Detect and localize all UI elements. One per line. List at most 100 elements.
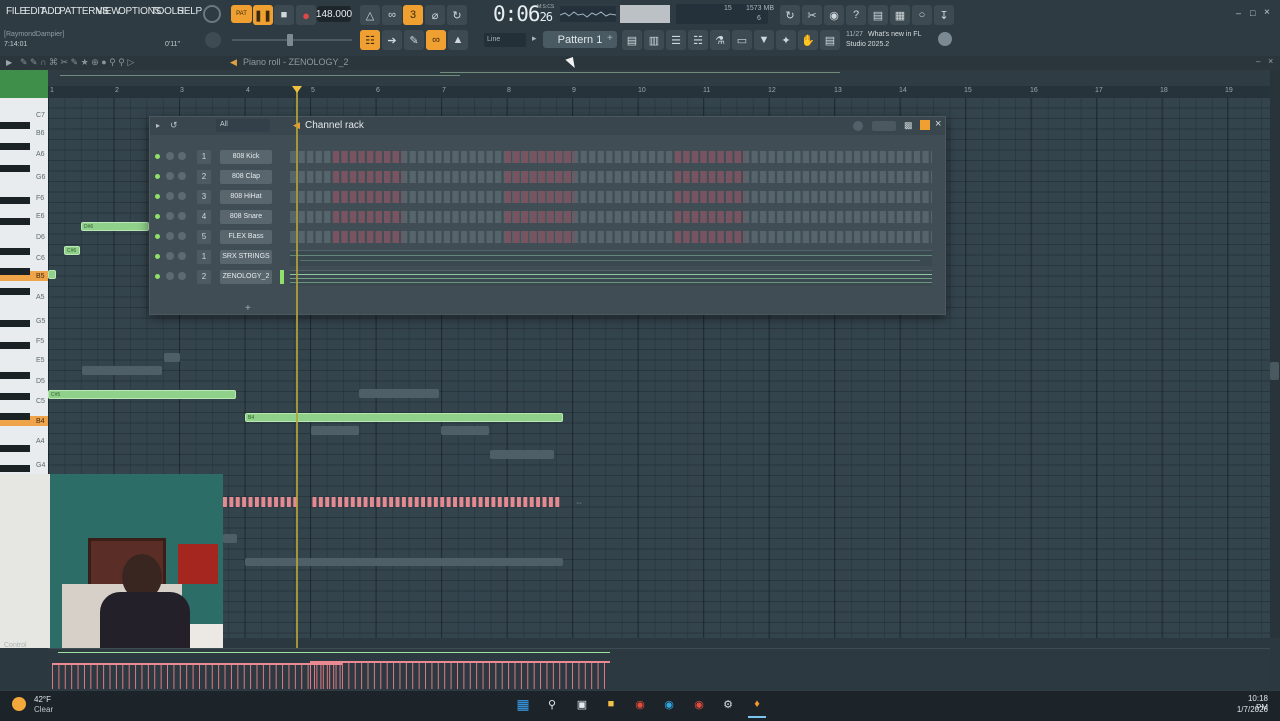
slider-handle[interactable] — [287, 34, 293, 46]
velocity-lane[interactable] — [48, 648, 1270, 691]
weather-temp[interactable]: 42°F — [34, 695, 51, 704]
black-key[interactable] — [0, 372, 30, 379]
channel-name-button[interactable]: FLEX Bass — [220, 230, 272, 244]
pan-knob[interactable] — [166, 232, 174, 240]
pattern-selector[interactable]: Pattern 1 — [543, 31, 617, 48]
search-icon[interactable]: ⚲ — [544, 696, 560, 712]
drum-notes-row[interactable] — [223, 497, 561, 507]
black-key[interactable] — [0, 268, 30, 275]
record-button[interactable]: ● — [296, 5, 316, 25]
pan-knob[interactable] — [166, 172, 174, 180]
mixer-button[interactable]: ☵ — [688, 30, 708, 50]
channel-row[interactable]: 2 808 Clap — [150, 168, 945, 186]
channel-name-button[interactable]: 808 Clap — [220, 170, 272, 184]
playhead-marker-icon[interactable] — [292, 86, 302, 93]
mic-button[interactable]: ◉ — [824, 5, 844, 25]
velocity-bars-b[interactable] — [310, 663, 610, 689]
rack-options-button[interactable] — [872, 121, 896, 131]
chat-button[interactable]: ○ — [912, 5, 932, 25]
plugin-picker-button[interactable]: ▦ — [890, 5, 910, 25]
event-lane-label[interactable]: Control — [4, 642, 27, 649]
mixer-track-number[interactable]: 2 — [197, 170, 211, 184]
channel-name-button[interactable]: 808 Snare — [220, 210, 272, 224]
black-key[interactable] — [0, 143, 30, 150]
pan-knob[interactable] — [166, 212, 174, 220]
step-edit-button[interactable]: ⌀ — [425, 5, 445, 25]
shop-button[interactable]: ▤ — [820, 30, 840, 50]
countdown-button[interactable]: 3 — [403, 5, 423, 25]
rack-knob-icon[interactable] — [853, 121, 863, 131]
piano-roll-preview[interactable] — [290, 250, 932, 266]
scrollbar-thumb[interactable] — [1270, 362, 1279, 380]
chrome-icon[interactable]: ◉ — [632, 696, 648, 712]
piano-roll-preview[interactable] — [290, 270, 932, 286]
stamp-tool-button[interactable]: ▲ — [448, 30, 468, 50]
add-pattern-icon[interactable]: + — [607, 33, 613, 44]
channel-mute-led[interactable] — [155, 274, 160, 279]
mixer-track-number[interactable]: 4 — [197, 210, 211, 224]
pause-button[interactable]: ❚❚ — [253, 5, 273, 25]
fl-studio-icon[interactable]: ♦ — [749, 696, 765, 712]
channel-rack-button[interactable]: ☰ — [666, 30, 686, 50]
black-key[interactable] — [0, 218, 30, 225]
black-key[interactable] — [0, 197, 30, 204]
arrow-tool-button[interactable]: ➔ — [382, 30, 402, 50]
project-button[interactable]: ▭ — [732, 30, 752, 50]
black-key[interactable] — [0, 413, 30, 420]
black-key[interactable] — [0, 165, 30, 172]
loop-record-button[interactable]: ↻ — [447, 5, 467, 25]
wait-input-button[interactable]: ∞ — [382, 5, 402, 25]
channel-name-button[interactable]: 808 Kick — [220, 150, 272, 164]
note[interactable]: C#6 — [64, 246, 80, 255]
note[interactable] — [48, 270, 56, 279]
piano-roll-menu-icon[interactable]: ▶ — [6, 58, 12, 67]
hand-tool-button[interactable]: ✋ — [798, 30, 818, 50]
link-tool-button[interactable]: ∞ — [426, 30, 446, 50]
black-key[interactable] — [0, 465, 30, 472]
channel-row[interactable]: 3 808 HiHat — [150, 188, 945, 206]
channel-mute-led[interactable] — [155, 154, 160, 159]
news-gear-icon[interactable] — [938, 32, 952, 46]
channel-mute-led[interactable] — [155, 254, 160, 259]
black-key[interactable] — [0, 248, 30, 255]
chrome-profile-icon[interactable]: ◉ — [691, 696, 707, 712]
pitch-knob[interactable] — [205, 32, 221, 48]
volume-knob[interactable] — [178, 252, 186, 260]
settings-icon[interactable]: ⚙ — [720, 696, 736, 712]
channel-rack-window[interactable]: ▸ ↺ All ◀ Channel rack ▩ × 1 808 Kick 2 … — [149, 116, 946, 315]
note[interactable]: D#6 — [81, 222, 149, 231]
pattern-prev-icon[interactable]: ▸ — [532, 33, 537, 44]
browser-button[interactable]: ⚗ — [710, 30, 730, 50]
draw-tool-button[interactable]: ✎ — [404, 30, 424, 50]
menu-file[interactable]: FILE — [6, 6, 26, 17]
channel-name-button[interactable]: SRX STRINGS — [220, 250, 272, 264]
channel-name-button[interactable]: ZENOLOGY_2 — [220, 270, 272, 284]
note[interactable]: B4 — [245, 413, 563, 422]
rack-menu-icon[interactable]: ▸ — [156, 121, 160, 130]
volume-knob[interactable] — [178, 272, 186, 280]
black-key[interactable] — [0, 122, 30, 129]
minimize-icon[interactable]: – — [1236, 8, 1241, 18]
velocity-bars-a[interactable] — [52, 665, 342, 689]
pat-song-toggle[interactable]: PAT — [231, 5, 252, 23]
channel-row[interactable]: 1 SRX STRINGS — [150, 248, 945, 266]
edge-icon[interactable]: ◉ — [661, 696, 677, 712]
channel-mute-led[interactable] — [155, 214, 160, 219]
channel-row[interactable]: 4 808 Snare — [150, 208, 945, 226]
black-key[interactable] — [0, 320, 30, 327]
piano-view-icon[interactable] — [920, 120, 930, 130]
mixer-track-number[interactable]: 5 — [197, 230, 211, 244]
tempo-display[interactable]: 148.000 — [316, 6, 352, 22]
plugin-button[interactable]: ▼ — [754, 30, 774, 50]
close-icon[interactable]: × — [1264, 7, 1270, 18]
menu-help[interactable]: HELP — [177, 6, 202, 17]
download-button[interactable]: ↧ — [934, 5, 954, 25]
channel-row[interactable]: 5 FLEX Bass — [150, 228, 945, 246]
help-button[interactable]: ? — [846, 5, 866, 25]
mixer-track-number[interactable]: 2 — [197, 270, 211, 284]
menu-view[interactable]: VIEW — [96, 6, 121, 17]
pan-knob[interactable] — [166, 252, 174, 260]
channel-mute-led[interactable] — [155, 174, 160, 179]
pan-knob[interactable] — [166, 192, 174, 200]
black-key[interactable] — [0, 393, 30, 400]
